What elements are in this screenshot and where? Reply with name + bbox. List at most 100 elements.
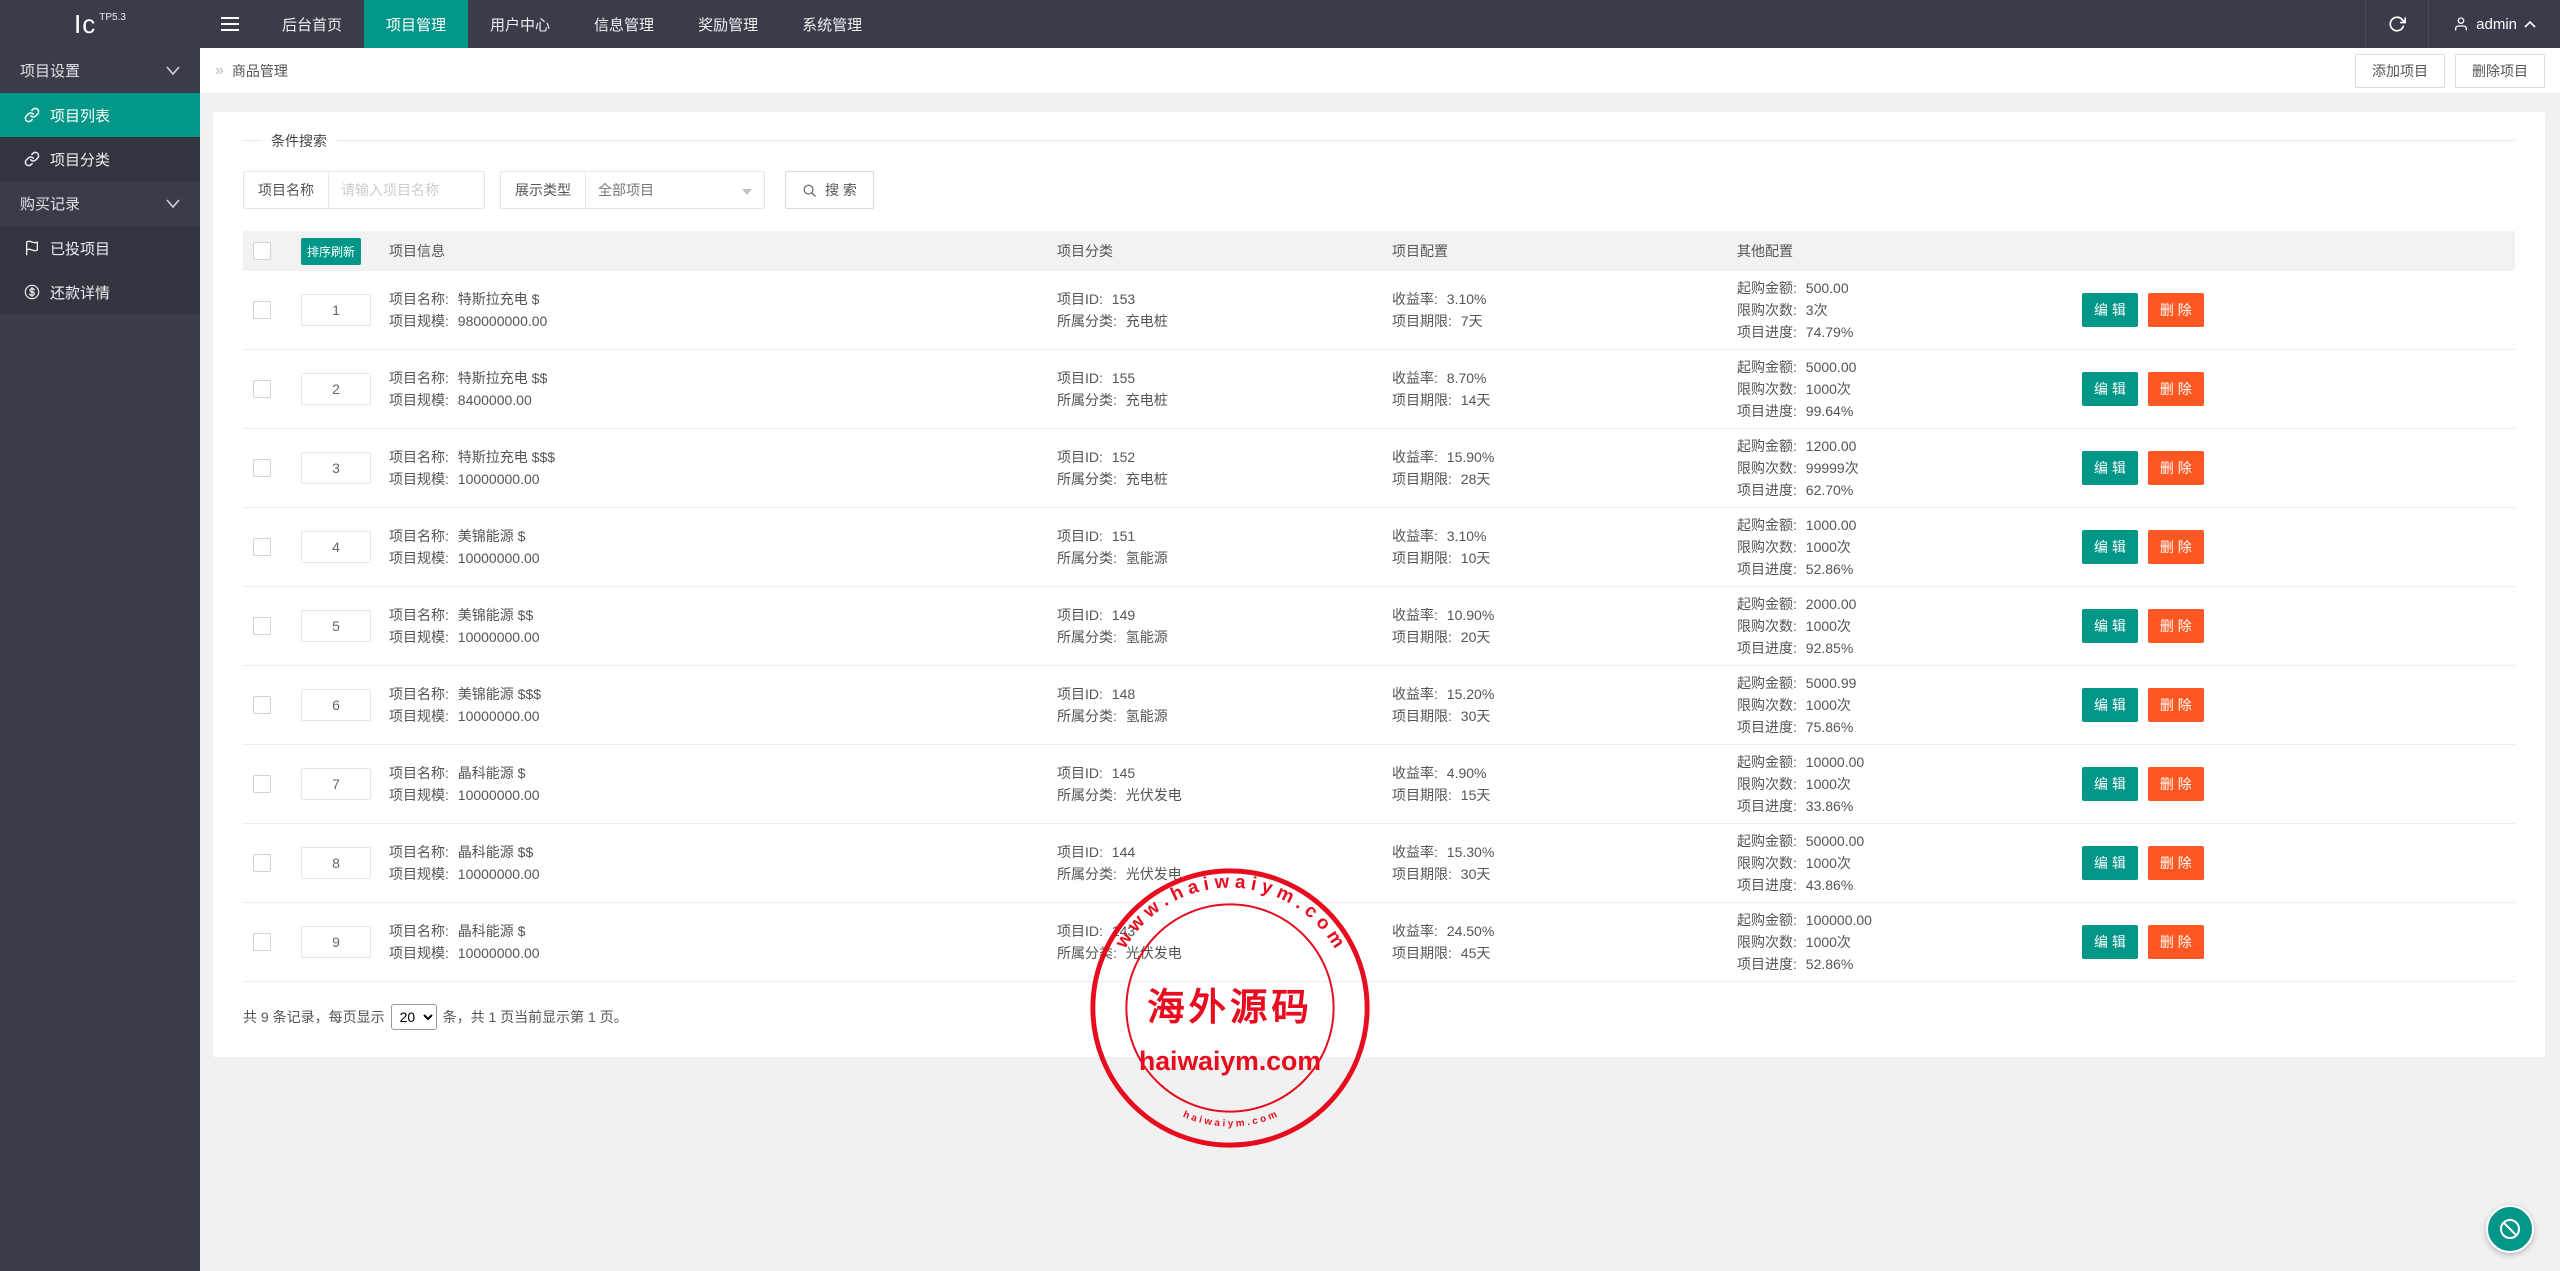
purchase-limit-label: 限购次数: <box>1737 697 1797 713</box>
project-period-value: 30天 <box>1461 708 1491 724</box>
project-id-label: 项目ID: <box>1057 528 1103 544</box>
min-purchase-label: 起购金额: <box>1737 596 1797 612</box>
sort-order-input[interactable]: 5 <box>301 610 371 642</box>
delete-button[interactable]: 删 除 <box>2148 451 2204 485</box>
sort-order-input[interactable]: 6 <box>301 689 371 721</box>
project-scale-value: 8400000.00 <box>458 392 532 408</box>
project-category-label: 所属分类: <box>1057 708 1117 724</box>
edit-button[interactable]: 编 辑 <box>2082 293 2138 327</box>
project-progress-label: 项目进度: <box>1737 324 1797 340</box>
edit-button[interactable]: 编 辑 <box>2082 451 2138 485</box>
edit-button[interactable]: 编 辑 <box>2082 530 2138 564</box>
chevron-down-icon <box>166 199 180 208</box>
yield-rate-label: 收益率: <box>1392 844 1438 860</box>
delete-button[interactable]: 删 除 <box>2148 846 2204 880</box>
refresh-button[interactable] <box>2365 0 2429 48</box>
sort-order-input[interactable]: 8 <box>301 847 371 879</box>
delete-button[interactable]: 删 除 <box>2148 530 2204 564</box>
edit-button[interactable]: 编 辑 <box>2082 688 2138 722</box>
select-all-checkbox[interactable] <box>253 242 271 260</box>
nav-item-info[interactable]: 信息管理 <box>572 0 676 48</box>
min-purchase-value: 5000.00 <box>1806 359 1857 375</box>
nav-item-rewards[interactable]: 奖励管理 <box>676 0 780 48</box>
user-menu[interactable]: admin <box>2429 0 2560 48</box>
table-row: 5 项目名称: 美锦能源 $$ 项目规模: 10000000.00 项目ID: … <box>243 587 2515 666</box>
chevron-down-icon <box>166 66 180 75</box>
breadcrumb-arrow-icon: » <box>215 62 224 80</box>
table-header: 排序刷新 项目信息 项目分类 项目配置 其他配置 <box>243 231 2515 271</box>
project-name-input[interactable] <box>329 172 484 208</box>
sort-order-input[interactable]: 9 <box>301 926 371 958</box>
sidebar-item-project-category[interactable]: 项目分类 <box>0 137 200 181</box>
search-button[interactable]: 搜 索 <box>785 171 874 209</box>
yield-rate-value: 10.90% <box>1447 607 1494 623</box>
delete-button[interactable]: 删 除 <box>2148 688 2204 722</box>
edit-button[interactable]: 编 辑 <box>2082 609 2138 643</box>
project-name-label: 项目名称: <box>389 370 449 386</box>
edit-button[interactable]: 编 辑 <box>2082 372 2138 406</box>
row-checkbox[interactable] <box>253 380 271 398</box>
user-icon <box>2453 16 2469 32</box>
project-scale-label: 项目规模: <box>389 866 449 882</box>
brand-logo[interactable]: Ic TP5.3 <box>0 0 200 48</box>
nav-item-system[interactable]: 系统管理 <box>780 0 884 48</box>
sidebar-item-project-list[interactable]: 项目列表 <box>0 93 200 137</box>
add-project-button[interactable]: 添加项目 <box>2355 54 2445 88</box>
sidebar-group-label: 购买记录 <box>20 193 80 214</box>
row-checkbox[interactable] <box>253 854 271 872</box>
table-row: 9 项目名称: 晶科能源 $ 项目规模: 10000000.00 项目ID: 1… <box>243 903 2515 982</box>
project-scale-value: 980000000.00 <box>458 313 548 329</box>
project-scale-label: 项目规模: <box>389 629 449 645</box>
delete-button[interactable]: 删 除 <box>2148 925 2204 959</box>
sort-order-input[interactable]: 4 <box>301 531 371 563</box>
row-checkbox[interactable] <box>253 301 271 319</box>
row-checkbox[interactable] <box>253 775 271 793</box>
row-checkbox[interactable] <box>253 459 271 477</box>
edit-button[interactable]: 编 辑 <box>2082 925 2138 959</box>
row-checkbox[interactable] <box>253 933 271 951</box>
display-type-select[interactable]: 全部项目 <box>586 172 764 208</box>
menu-toggle-button[interactable] <box>200 0 260 48</box>
yield-rate-value: 8.70% <box>1447 370 1487 386</box>
sort-order-input[interactable]: 3 <box>301 452 371 484</box>
project-scale-label: 项目规模: <box>389 708 449 724</box>
min-purchase-label: 起购金额: <box>1737 438 1797 454</box>
project-name-value: 美锦能源 $ <box>458 528 526 544</box>
yield-rate-label: 收益率: <box>1392 686 1438 702</box>
project-category-value: 充电桩 <box>1126 471 1168 487</box>
project-category-value: 充电桩 <box>1126 392 1168 408</box>
flag-icon <box>24 240 40 256</box>
row-checkbox[interactable] <box>253 696 271 714</box>
sidebar-item-repayment-details[interactable]: 还款详情 <box>0 270 200 314</box>
brand-logo-text: Ic <box>74 9 96 40</box>
row-checkbox[interactable] <box>253 538 271 556</box>
project-period-label: 项目期限: <box>1392 787 1452 803</box>
edit-button[interactable]: 编 辑 <box>2082 767 2138 801</box>
delete-button[interactable]: 删 除 <box>2148 609 2204 643</box>
sidebar-group-purchase-records[interactable]: 购买记录 <box>0 181 200 226</box>
project-category-value: 光伏发电 <box>1126 945 1182 961</box>
floating-action-button[interactable] <box>2486 1205 2534 1253</box>
sort-order-input[interactable]: 7 <box>301 768 371 800</box>
min-purchase-value: 5000.99 <box>1806 675 1857 691</box>
nav-item-users[interactable]: 用户中心 <box>468 0 572 48</box>
sidebar-group-project-settings[interactable]: 项目设置 <box>0 48 200 93</box>
delete-project-button[interactable]: 删除项目 <box>2455 54 2545 88</box>
delete-button[interactable]: 删 除 <box>2148 293 2204 327</box>
page-size-select[interactable]: 20 <box>391 1004 437 1030</box>
row-checkbox[interactable] <box>253 617 271 635</box>
edit-button[interactable]: 编 辑 <box>2082 846 2138 880</box>
sidebar-item-invested-projects[interactable]: 已投项目 <box>0 226 200 270</box>
nav-item-projects[interactable]: 项目管理 <box>364 0 468 48</box>
project-name-value: 晶科能源 $ <box>458 923 526 939</box>
project-period-value: 15天 <box>1461 787 1491 803</box>
project-scale-label: 项目规模: <box>389 787 449 803</box>
sort-order-input[interactable]: 1 <box>301 294 371 326</box>
nav-item-home[interactable]: 后台首页 <box>260 0 364 48</box>
delete-button[interactable]: 删 除 <box>2148 767 2204 801</box>
sort-refresh-button[interactable]: 排序刷新 <box>301 238 361 265</box>
purchase-limit-label: 限购次数: <box>1737 776 1797 792</box>
project-scale-value: 10000000.00 <box>458 629 540 645</box>
delete-button[interactable]: 删 除 <box>2148 372 2204 406</box>
sort-order-input[interactable]: 2 <box>301 373 371 405</box>
